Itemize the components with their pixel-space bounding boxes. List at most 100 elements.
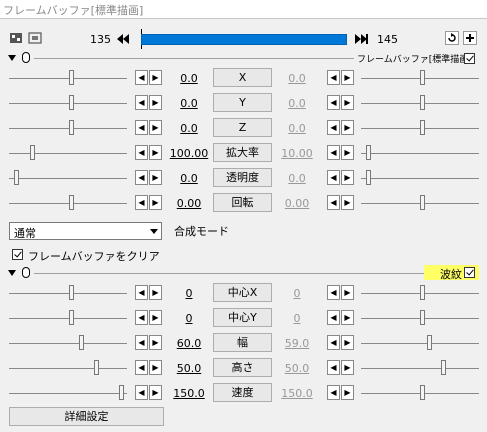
parameter-button[interactable]: 透明度 (213, 168, 272, 187)
end-value[interactable]: 0.0 (276, 72, 318, 85)
parameter-button[interactable]: Y (213, 93, 272, 112)
step-left-icon[interactable]: ◀ (327, 145, 340, 160)
slider-thumb[interactable] (366, 145, 371, 160)
step-right-icon[interactable]: ▶ (149, 70, 162, 85)
left-slider[interactable] (9, 360, 127, 376)
step-right-icon[interactable]: ▶ (341, 195, 354, 210)
end-value[interactable]: 0.0 (276, 97, 318, 110)
rewind-icon[interactable] (116, 32, 130, 46)
step-right-icon[interactable]: ▶ (341, 385, 354, 400)
start-value[interactable]: 0.00 (168, 197, 210, 210)
collapse-triangle-icon[interactable] (8, 270, 16, 276)
slider-thumb[interactable] (420, 70, 425, 85)
step-right-icon[interactable]: ▶ (149, 285, 162, 300)
right-slider[interactable] (361, 170, 479, 186)
step-right-icon[interactable]: ▶ (341, 335, 354, 350)
step-right-icon[interactable]: ▶ (341, 70, 354, 85)
step-right-icon[interactable]: ▶ (341, 170, 354, 185)
section2-enable-checkbox[interactable] (464, 267, 475, 278)
parameter-button[interactable]: 回転 (213, 193, 272, 212)
end-value[interactable]: 0.0 (276, 122, 318, 135)
start-value[interactable]: 0 (168, 312, 210, 325)
step-left-icon[interactable]: ◀ (135, 310, 148, 325)
step-left-icon[interactable]: ◀ (135, 335, 148, 350)
end-value[interactable]: 59.0 (276, 337, 318, 350)
start-value[interactable]: 100.00 (168, 147, 210, 160)
right-slider[interactable] (361, 95, 479, 111)
step-left-icon[interactable]: ◀ (327, 120, 340, 135)
slider-thumb[interactable] (69, 70, 74, 85)
slider-thumb[interactable] (366, 170, 371, 185)
step-left-icon[interactable]: ◀ (327, 335, 340, 350)
parameter-button[interactable]: 中心Y (213, 308, 272, 327)
left-slider[interactable] (9, 195, 127, 211)
right-slider[interactable] (361, 70, 479, 86)
step-left-icon[interactable]: ◀ (327, 95, 340, 110)
parameter-button[interactable]: X (213, 68, 272, 87)
step-right-icon[interactable]: ▶ (341, 285, 354, 300)
slider-thumb[interactable] (420, 310, 425, 325)
start-value[interactable]: 50.0 (168, 362, 210, 375)
step-left-icon[interactable]: ◀ (327, 285, 340, 300)
left-slider[interactable] (9, 170, 127, 186)
step-right-icon[interactable]: ▶ (149, 335, 162, 350)
mouse-icon[interactable] (22, 52, 30, 63)
slider-thumb[interactable] (420, 285, 425, 300)
right-slider[interactable] (361, 385, 479, 401)
slider-thumb[interactable] (427, 335, 432, 350)
end-value[interactable]: 0.00 (276, 197, 318, 210)
start-value[interactable]: 0.0 (168, 172, 210, 185)
mouse-icon[interactable] (22, 267, 30, 278)
slider-thumb[interactable] (119, 385, 124, 400)
slider-thumb[interactable] (420, 195, 425, 210)
step-left-icon[interactable]: ◀ (135, 170, 148, 185)
step-left-icon[interactable]: ◀ (135, 95, 148, 110)
slider-thumb[interactable] (30, 145, 35, 160)
end-value[interactable]: 0.0 (276, 172, 318, 185)
right-slider[interactable] (361, 195, 479, 211)
end-value[interactable]: 0 (276, 287, 318, 300)
end-value[interactable]: 50.0 (276, 362, 318, 375)
step-right-icon[interactable]: ▶ (341, 310, 354, 325)
parameter-button[interactable]: 幅 (213, 333, 272, 352)
parameter-button[interactable]: 速度 (213, 383, 272, 402)
step-right-icon[interactable]: ▶ (149, 195, 162, 210)
slider-thumb[interactable] (69, 285, 74, 300)
film-clip-icon[interactable] (9, 31, 23, 45)
step-left-icon[interactable]: ◀ (135, 70, 148, 85)
slider-thumb[interactable] (94, 360, 99, 375)
reset-icon[interactable] (445, 31, 459, 45)
left-slider[interactable] (9, 310, 127, 326)
start-value[interactable]: 0.0 (168, 72, 210, 85)
end-value[interactable]: 10.00 (276, 147, 318, 160)
step-left-icon[interactable]: ◀ (135, 145, 148, 160)
right-slider[interactable] (361, 360, 479, 376)
parameter-button[interactable]: 拡大率 (213, 143, 272, 162)
right-slider[interactable] (361, 335, 479, 351)
slider-thumb[interactable] (14, 170, 19, 185)
clear-framebuffer-checkbox[interactable] (12, 249, 23, 260)
left-slider[interactable] (9, 335, 127, 351)
collapse-triangle-icon[interactable] (8, 55, 16, 61)
step-left-icon[interactable]: ◀ (135, 360, 148, 375)
step-left-icon[interactable]: ◀ (327, 310, 340, 325)
slider-thumb[interactable] (420, 95, 425, 110)
section1-enable-checkbox[interactable] (464, 53, 475, 64)
left-slider[interactable] (9, 285, 127, 301)
step-left-icon[interactable]: ◀ (327, 70, 340, 85)
step-right-icon[interactable]: ▶ (149, 120, 162, 135)
start-value[interactable]: 150.0 (168, 387, 210, 400)
step-right-icon[interactable]: ▶ (341, 145, 354, 160)
blend-mode-select[interactable]: 通常 (9, 222, 162, 240)
step-right-icon[interactable]: ▶ (149, 360, 162, 375)
end-value[interactable]: 150.0 (276, 387, 318, 400)
slider-thumb[interactable] (69, 95, 74, 110)
step-right-icon[interactable]: ▶ (149, 385, 162, 400)
step-right-icon[interactable]: ▶ (149, 95, 162, 110)
slider-thumb[interactable] (420, 385, 425, 400)
slider-thumb[interactable] (420, 120, 425, 135)
step-left-icon[interactable]: ◀ (135, 285, 148, 300)
start-value[interactable]: 60.0 (168, 337, 210, 350)
right-slider[interactable] (361, 310, 479, 326)
step-left-icon[interactable]: ◀ (135, 385, 148, 400)
